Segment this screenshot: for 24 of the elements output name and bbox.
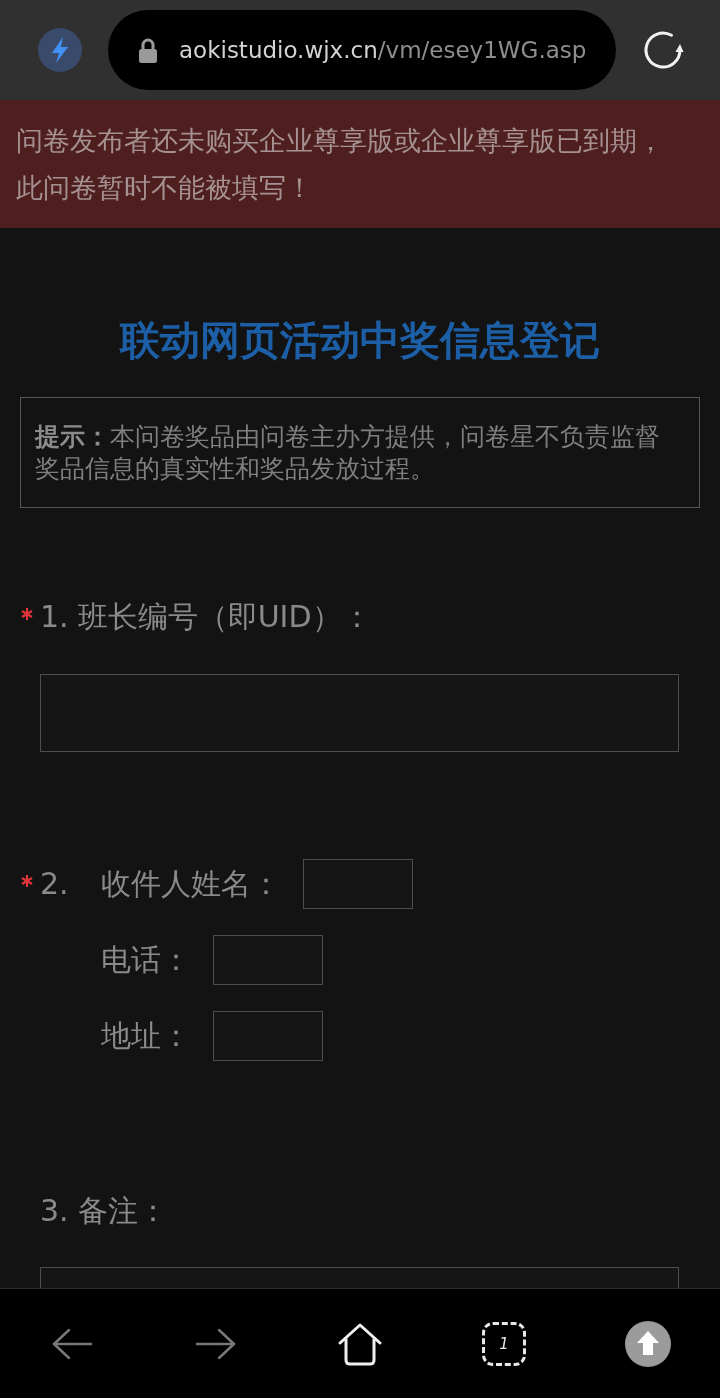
lock-icon <box>137 37 159 63</box>
field-label: 电话： <box>101 941 191 979</box>
tabs-button[interactable]: 1 <box>482 1321 526 1366</box>
question-label: 班长编号（即UID）： <box>77 598 372 636</box>
text-input-field[interactable] <box>213 1011 323 1061</box>
question-number: 2. <box>40 865 70 903</box>
url-text: aokistudio.wjx.cn/vm/esey1WG.asp <box>179 37 587 63</box>
lightning-icon[interactable] <box>38 28 82 72</box>
text-input-field[interactable] <box>40 674 679 752</box>
text-input-field[interactable] <box>303 859 413 909</box>
field-label: 收件人姓名： <box>101 865 281 903</box>
reload-icon[interactable] <box>642 29 684 71</box>
question-number: 3. <box>40 1192 69 1230</box>
warning-text: 问卷发布者还未购买企业尊享版或企业尊享版已到期，此问卷暂时不能被填写！ <box>16 124 665 205</box>
form-title: 联动网页活动中奖信息登记 <box>120 316 600 364</box>
upload-icon[interactable] <box>625 1320 671 1367</box>
home-icon[interactable] <box>337 1321 383 1366</box>
text-input-field[interactable] <box>213 935 323 985</box>
field-label: 地址： <box>101 1017 191 1055</box>
address-bar[interactable]: aokistudio.wjx.cn/vm/esey1WG.asp <box>108 10 616 90</box>
question-label: 备注： <box>77 1192 168 1230</box>
notice-text: 提示：本问卷奖品由问卷主办方提供，问卷星不负责监督奖品信息的真实性和奖品发放过程。 <box>35 421 661 485</box>
question-number: 1. <box>40 598 69 636</box>
textarea-field[interactable] <box>40 1267 679 1288</box>
